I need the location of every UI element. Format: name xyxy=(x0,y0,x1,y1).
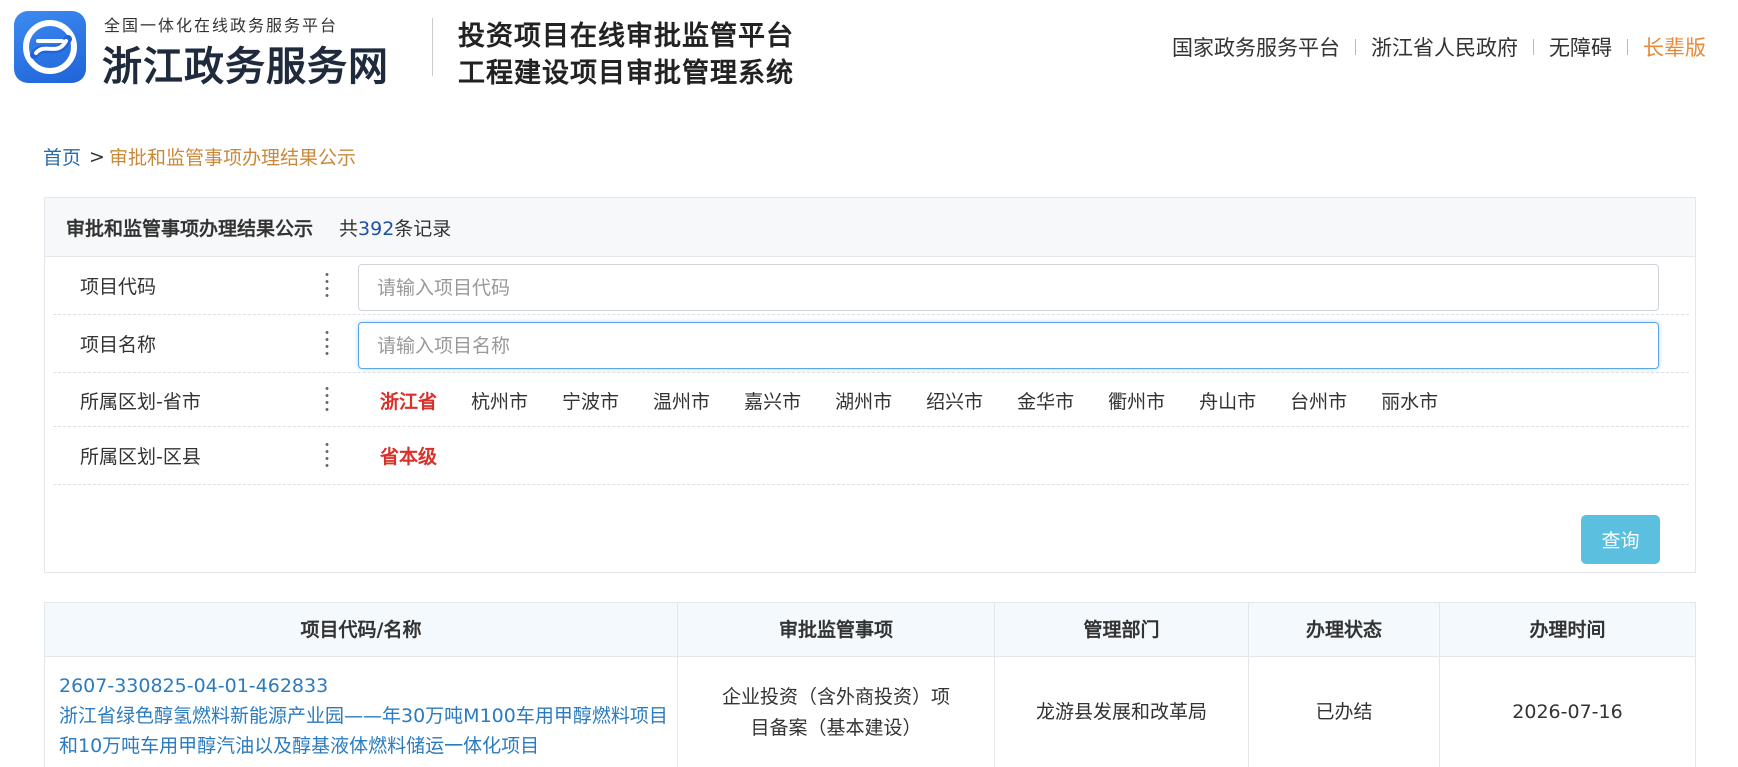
city-option-lishui[interactable]: 丽水市 xyxy=(1381,387,1438,414)
zhejiang-logo-icon[interactable] xyxy=(14,11,86,83)
results-table: 项目代码/名称 审批监管事项 管理部门 办理状态 办理时间 2607-33082… xyxy=(44,602,1696,767)
filter-label-name: 项目名称 xyxy=(80,334,157,356)
system-title-investment: 投资项目在线审批监管平台 xyxy=(458,21,794,52)
panel-title: 审批和监管事项办理结果公示 xyxy=(66,217,314,240)
record-count-number: 392 xyxy=(358,217,395,240)
project-code-input[interactable] xyxy=(358,264,1659,311)
filter-row-city: 所属区划-省市 浙江省 杭州市 宁波市 温州市 嘉兴市 湖州市 绍兴市 金华市 … xyxy=(53,373,1689,427)
city-option-wenzhou[interactable]: 温州市 xyxy=(653,387,710,414)
link-accessibility[interactable]: 无障碍 xyxy=(1549,32,1612,62)
city-option-shaoxing[interactable]: 绍兴市 xyxy=(926,387,983,414)
record-count: 共392条记录 xyxy=(339,217,452,240)
city-option-jinhua[interactable]: 金华市 xyxy=(1017,387,1074,414)
panel-header: 审批和监管事项办理结果公示 共392条记录 xyxy=(45,198,1695,257)
breadcrumb-current[interactable]: 审批和监管事项办理结果公示 xyxy=(109,143,356,170)
brand-subtitle: 全国一体化在线政务服务平台 xyxy=(104,16,339,35)
filter-label-county: 所属区划-区县 xyxy=(80,446,201,468)
breadcrumb-home[interactable]: 首页 xyxy=(43,143,81,170)
county-options: 省本级 xyxy=(380,442,471,469)
cell-department: 龙游县发展和改革局 xyxy=(1035,701,1207,723)
link-national-platform[interactable]: 国家政务服务平台 xyxy=(1172,32,1340,62)
cell-date: 2026-07-16 xyxy=(1512,701,1623,723)
label-separator-dots xyxy=(325,271,329,301)
project-name-link[interactable]: 浙江省绿色醇氢燃料新能源产业园——年30万吨M100车用甲醇燃料项目和10万吨车… xyxy=(59,701,679,761)
city-option-jiaxing[interactable]: 嘉兴市 xyxy=(744,387,801,414)
top-links: 国家政务服务平台 浙江省人民政府 无障碍 长辈版 xyxy=(1172,32,1706,62)
city-options: 浙江省 杭州市 宁波市 温州市 嘉兴市 湖州市 绍兴市 金华市 衢州市 舟山市 … xyxy=(380,387,1472,414)
table-header: 项目代码/名称 审批监管事项 管理部门 办理状态 办理时间 xyxy=(45,603,1695,657)
filter-row-code: 项目代码 xyxy=(53,257,1689,315)
breadcrumb-separator: > xyxy=(89,145,105,168)
project-code-link[interactable]: 2607-330825-04-01-462833 xyxy=(59,671,679,701)
cell-status: 已办结 xyxy=(1315,701,1373,723)
project-name-input[interactable] xyxy=(358,322,1659,369)
cell-approval-item: 企业投资（含外商投资）项目备案（基本建设） xyxy=(721,685,950,739)
link-separator xyxy=(1627,39,1628,55)
filter-label-city: 所属区划-省市 xyxy=(80,391,201,413)
city-option-taizhou[interactable]: 台州市 xyxy=(1290,387,1347,414)
city-option-ningbo[interactable]: 宁波市 xyxy=(562,387,619,414)
search-panel: 审批和监管事项办理结果公示 共392条记录 项目代码 项目名称 所属区划-省市 … xyxy=(44,197,1696,573)
column-header-date: 办理时间 xyxy=(1529,619,1606,641)
city-option-zhoushan[interactable]: 舟山市 xyxy=(1199,387,1256,414)
site-header: 全国一体化在线政务服务平台 浙江政务服务网 投资项目在线审批监管平台 工程建设项… xyxy=(0,0,1738,100)
filter-row-county: 所属区划-区县 省本级 xyxy=(53,427,1689,485)
system-title-construction: 工程建设项目审批管理系统 xyxy=(458,58,794,89)
column-header-department: 管理部门 xyxy=(1083,619,1160,641)
city-option-zhejiang[interactable]: 浙江省 xyxy=(380,387,437,414)
table-row-project[interactable]: 2607-330825-04-01-462833 浙江省绿色醇氢燃料新能源产业园… xyxy=(59,671,679,761)
query-button[interactable]: 查询 xyxy=(1581,515,1660,564)
link-elder-mode[interactable]: 长辈版 xyxy=(1643,32,1706,62)
column-header-item: 审批监管事项 xyxy=(778,619,893,641)
header-divider xyxy=(432,18,433,76)
column-header-code-name: 项目代码/名称 xyxy=(300,619,422,641)
city-option-hangzhou[interactable]: 杭州市 xyxy=(471,387,528,414)
link-separator xyxy=(1533,39,1534,55)
column-header-status: 办理状态 xyxy=(1305,619,1382,641)
city-option-huzhou[interactable]: 湖州市 xyxy=(835,387,892,414)
label-separator-dots xyxy=(325,441,329,471)
filter-label-code: 项目代码 xyxy=(80,276,157,298)
brand-title[interactable]: 浙江政务服务网 xyxy=(102,34,389,92)
label-separator-dots xyxy=(325,385,329,415)
city-option-quzhou[interactable]: 衢州市 xyxy=(1108,387,1165,414)
link-provincial-government[interactable]: 浙江省人民政府 xyxy=(1371,32,1518,62)
county-option-provincial[interactable]: 省本级 xyxy=(380,442,437,469)
label-separator-dots xyxy=(325,329,329,359)
link-separator xyxy=(1355,39,1356,55)
filter-row-name: 项目名称 xyxy=(53,315,1689,373)
breadcrumb: 首页 > 审批和监管事项办理结果公示 xyxy=(43,143,356,170)
